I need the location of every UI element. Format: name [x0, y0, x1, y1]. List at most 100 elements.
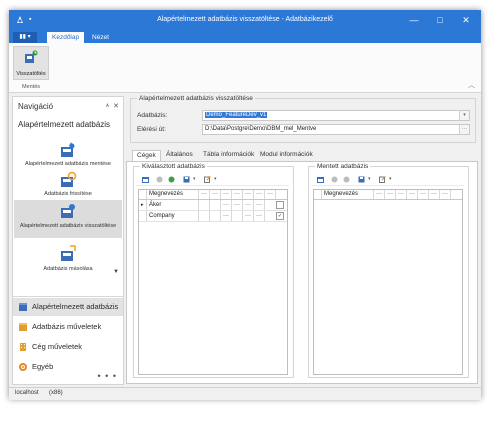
row-checkbox-checked[interactable]: ✓	[276, 212, 284, 220]
nav-group-db-operations[interactable]: Adatbázis műveletek	[13, 318, 123, 336]
save-icon[interactable]	[183, 176, 190, 183]
column-header[interactable]: ···	[243, 190, 254, 199]
column-header[interactable]: ···	[210, 190, 221, 199]
table-cell[interactable]	[232, 211, 243, 221]
column-header[interactable]: ···	[440, 190, 451, 199]
save-icon[interactable]	[358, 176, 365, 183]
database-select[interactable]: Demo_FeatureDev_v1 ▾	[202, 110, 470, 121]
company-name-cell[interactable]: Áker	[147, 200, 199, 210]
row-indicator	[139, 211, 147, 221]
path-label: Elérési út:	[137, 126, 166, 133]
table-row[interactable]: ▸ Áker ··· ··· ··· ···	[139, 200, 287, 211]
table-cell[interactable]: ···	[254, 211, 265, 221]
chevron-down-icon[interactable]: ▾	[214, 176, 221, 183]
chevron-down-icon[interactable]: ▾	[459, 111, 469, 120]
tab-cegek[interactable]: Cégek	[132, 150, 161, 161]
tab-kezdolap[interactable]: Kezdőlap	[47, 32, 85, 43]
path-input[interactable]: D:\Data\Postgre\Demo\DBM_mel_Mentve ···	[202, 124, 470, 135]
chevron-down-icon[interactable]: ▾	[193, 176, 200, 183]
column-header[interactable]: ···	[407, 190, 418, 199]
saved-db-grid: Megnevezés ··· ··· ··· ··· ··· ··· ···	[313, 189, 463, 375]
database-operations-icon	[19, 323, 27, 331]
table-cell[interactable]: ···	[221, 211, 232, 221]
saved-db-group: Mentett adatbázis ▾ ▾ Megnevezés ··· ···…	[308, 163, 469, 378]
edit-icon[interactable]	[379, 176, 386, 183]
browse-button[interactable]: ···	[459, 125, 469, 134]
tab-nezet[interactable]: Nézet	[87, 32, 114, 43]
minimize-button[interactable]: —	[407, 14, 421, 26]
selected-toolbar: ▾ ▾	[136, 174, 289, 186]
table-cell[interactable]: ···	[254, 200, 265, 210]
column-header[interactable]: ···	[232, 190, 243, 199]
scroll-down-icon[interactable]: ▼	[113, 269, 119, 275]
navigation-panel: Navigáció ᴀ ✕ Alapértelmezett adatbázis …	[12, 96, 124, 385]
tab-altalanos[interactable]: Általános	[162, 150, 197, 160]
collapse-ribbon-icon[interactable]: ︿	[468, 80, 475, 90]
new-window-icon[interactable]	[317, 176, 324, 183]
column-header[interactable]: ···	[429, 190, 440, 199]
selected-db-title: Kiválasztott adatbázis	[140, 163, 207, 170]
nav-group-default-db[interactable]: Alapértelmezett adatbázis	[13, 298, 123, 316]
table-cell[interactable]: ···	[243, 200, 254, 210]
more-options-icon[interactable]: • • •	[98, 371, 117, 381]
nav-item-restore[interactable]: Alapértelmezett adatbázis visszatöltése	[14, 200, 122, 238]
nav-item-refresh[interactable]: Adatbázis frissítése	[14, 169, 122, 197]
column-header[interactable]: ···	[254, 190, 265, 199]
title-bar: ▪ Alapértelmezett adatbázis visszatöltés…	[9, 10, 481, 31]
nav-item-label: Alapértelmezett adatbázis mentése	[25, 161, 111, 167]
column-header[interactable]: Megnevezés	[147, 190, 199, 199]
tab-modul-informaciok[interactable]: Modul információk	[256, 150, 317, 160]
table-row[interactable]: Company ··· ··· ··· ✓	[139, 211, 287, 222]
building-icon	[20, 343, 26, 351]
saved-toolbar: ▾ ▾	[311, 174, 464, 186]
table-cell[interactable]	[199, 211, 210, 221]
column-header[interactable]: ···	[199, 190, 210, 199]
tab-tabla-informaciok[interactable]: Tábla információk	[199, 150, 258, 160]
company-name-cell[interactable]: Company	[147, 211, 199, 221]
nav-group-company-operations[interactable]: Cég műveletek	[13, 338, 123, 356]
navigation-close-icon[interactable]: ✕	[113, 102, 119, 110]
nav-item-copy[interactable]: Adatbázis másolása	[14, 243, 122, 279]
chevron-down-icon[interactable]: ▾	[368, 176, 375, 183]
column-header[interactable]: ···	[396, 190, 407, 199]
edit-icon[interactable]	[204, 176, 211, 183]
chevron-down-icon[interactable]: ▾	[389, 176, 396, 183]
table-cell[interactable]: ···	[221, 200, 232, 210]
column-header[interactable]: Megnevezés	[322, 190, 374, 199]
column-header[interactable]: ···	[374, 190, 385, 199]
table-cell[interactable]	[199, 200, 210, 210]
grid-header: Megnevezés ··· ··· ··· ··· ··· ··· ···	[314, 190, 462, 200]
column-header[interactable]: ···	[385, 190, 396, 199]
table-cell[interactable]	[210, 211, 221, 221]
ribbon-group-label: Mentés	[21, 84, 41, 90]
new-window-icon[interactable]	[142, 176, 149, 183]
main-content: Alapértelmezett adatbázis visszatöltése …	[126, 95, 478, 384]
disabled-circle-icon[interactable]	[343, 176, 350, 183]
row-checkbox[interactable]	[276, 201, 284, 209]
close-button[interactable]: ✕	[459, 14, 473, 26]
disabled-circle-icon[interactable]	[331, 176, 338, 183]
table-cell[interactable]: ···	[232, 200, 243, 210]
status-server: localhost	[15, 390, 39, 396]
database-copy-icon	[61, 245, 76, 261]
status-bar: localhost (x86)	[9, 387, 481, 400]
ribbon-tabs: ▮▮ ▾ Kezdőlap Nézet	[9, 31, 481, 43]
selected-db-grid: Megnevezés ··· ··· ··· ··· ··· ··· ··· ▸…	[138, 189, 288, 375]
column-header[interactable]: ···	[418, 190, 429, 199]
file-menu-button[interactable]: ▮▮ ▾	[13, 32, 37, 43]
table-cell[interactable]: ···	[243, 211, 254, 221]
table-cell[interactable]	[210, 200, 221, 210]
database-restore-icon	[25, 50, 38, 63]
row-indicator-header	[314, 190, 322, 199]
pin-icon[interactable]: ᴀ	[106, 103, 109, 109]
column-header[interactable]: ···	[265, 190, 276, 199]
maximize-button[interactable]: □	[433, 14, 447, 26]
restore-button[interactable]: Visszatöltés	[13, 46, 49, 80]
restore-group: Alapértelmezett adatbázis visszatöltése …	[130, 95, 476, 143]
restore-group-title: Alapértelmezett adatbázis visszatöltése	[137, 95, 255, 102]
nav-item-save[interactable]: Alapértelmezett adatbázis mentése	[14, 139, 122, 167]
green-circle-icon[interactable]	[168, 176, 175, 183]
column-header[interactable]: ···	[221, 190, 232, 199]
navigation-section-title: Alapértelmezett adatbázis	[18, 120, 111, 129]
disabled-circle-icon[interactable]	[156, 176, 163, 183]
